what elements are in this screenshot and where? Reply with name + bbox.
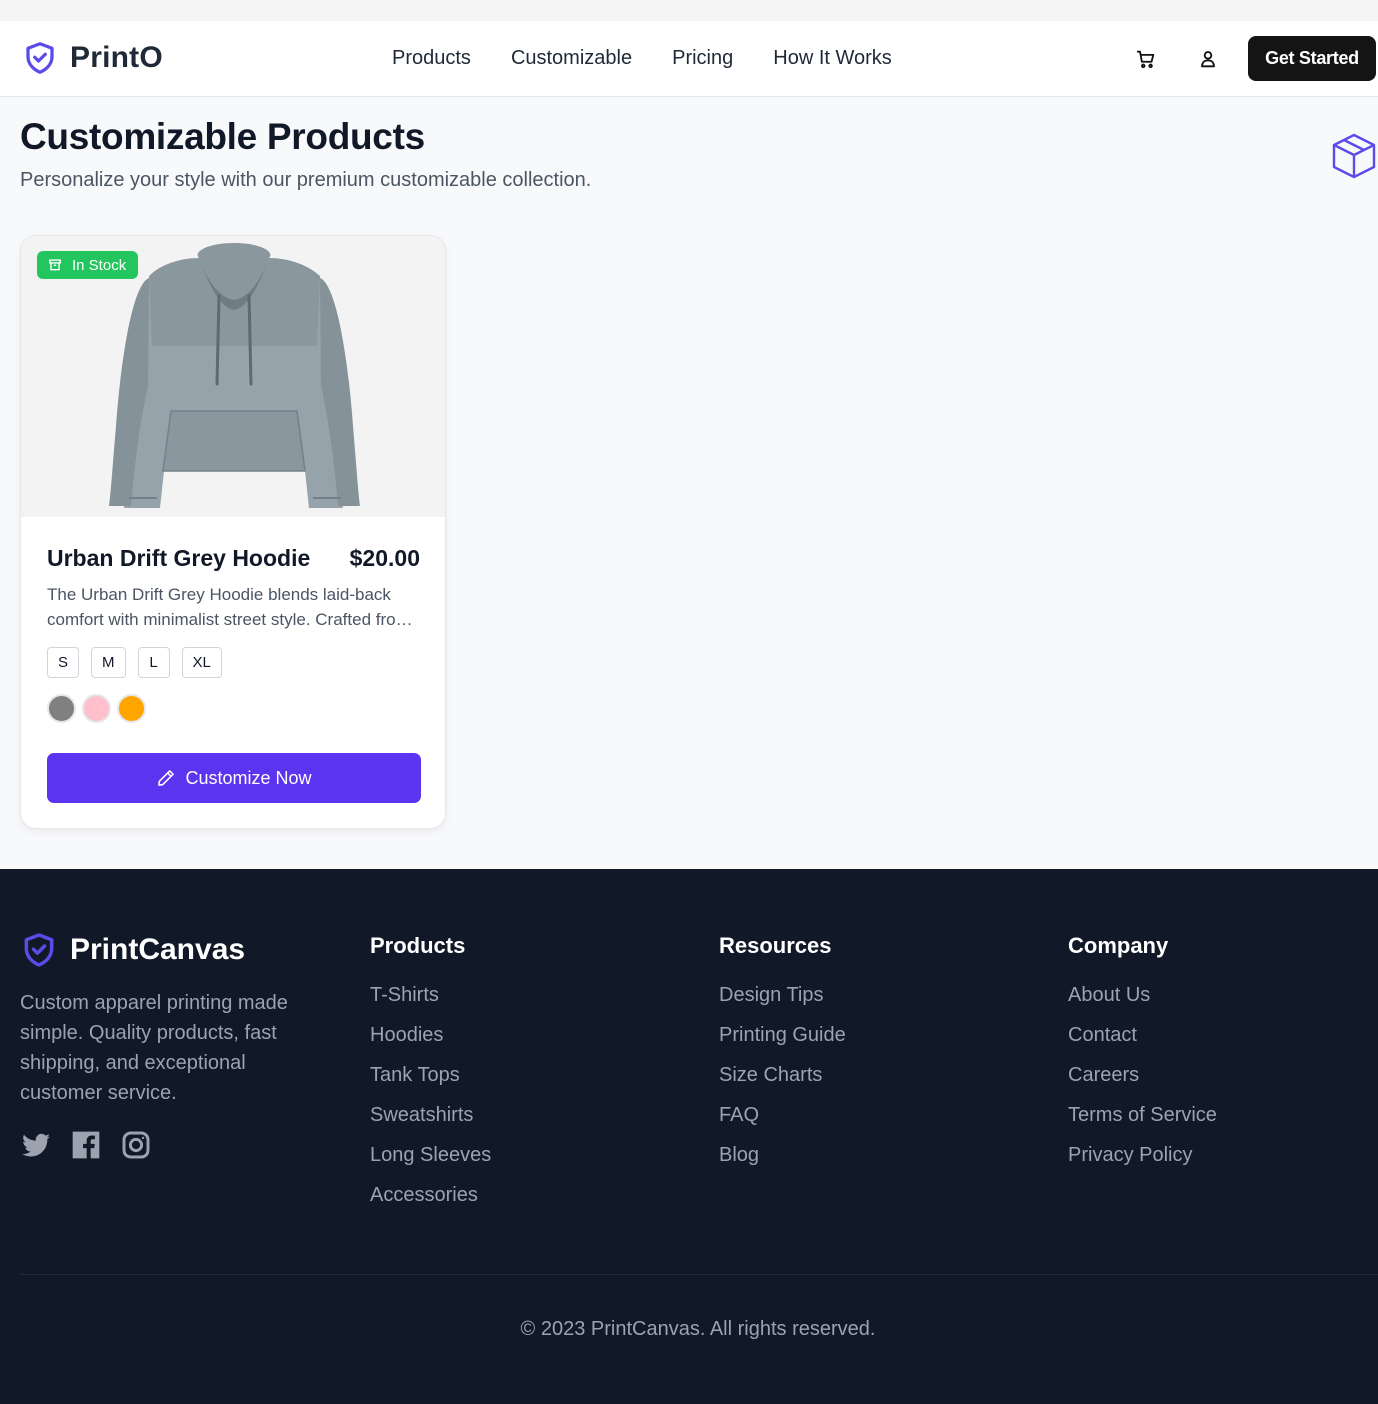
footer-link-tank-tops[interactable]: Tank Tops	[370, 1064, 491, 1104]
footer-link-terms[interactable]: Terms of Service	[1068, 1104, 1217, 1144]
footer-col-title: Company	[1068, 933, 1169, 958]
footer-link-sweatshirts[interactable]: Sweatshirts	[370, 1104, 491, 1144]
size-m-button[interactable]: M	[91, 647, 126, 678]
color-swatch-pink[interactable]	[82, 694, 111, 723]
product-card: In Stock Urban Drift Grey Hoodie $20.00 …	[20, 235, 446, 829]
product-image[interactable]: In Stock	[21, 236, 445, 517]
stock-badge-label: In Stock	[72, 256, 127, 274]
twitter-icon[interactable]	[20, 1129, 52, 1161]
size-s-button[interactable]: S	[47, 647, 80, 678]
footer-link-blog[interactable]: Blog	[719, 1144, 846, 1184]
nav-products[interactable]: Products	[392, 47, 471, 70]
nav-how-it-works[interactable]: How It Works	[773, 47, 892, 70]
footer-divider	[20, 1274, 1378, 1275]
brand-name: PrintO	[70, 41, 163, 74]
footer-link-size-charts[interactable]: Size Charts	[719, 1064, 846, 1104]
size-selector: S M L XL	[47, 647, 234, 678]
footer-description: Custom apparel printing made simple. Qua…	[20, 992, 288, 1104]
stock-badge: In Stock	[37, 251, 138, 279]
color-selector	[47, 694, 152, 723]
footer-col-resources: Resources Design Tips Printing Guide Siz…	[719, 933, 846, 1184]
pencil-icon	[158, 770, 175, 786]
footer-col-title: Products	[370, 933, 466, 958]
footer-link-long-sleeves[interactable]: Long Sleeves	[370, 1144, 491, 1184]
shield-check-icon	[24, 933, 54, 967]
copyright: © 2023 PrintCanvas. All rights reserved.	[520, 1318, 876, 1340]
social-links	[20, 1129, 170, 1161]
customize-now-label: Customize Now	[185, 767, 312, 788]
color-swatch-orange[interactable]	[117, 694, 146, 723]
archive-icon	[49, 259, 61, 271]
footer-link-accessories[interactable]: Accessories	[370, 1184, 491, 1224]
instagram-icon[interactable]	[120, 1129, 152, 1161]
size-l-button[interactable]: L	[137, 647, 170, 678]
footer-link-t-shirts[interactable]: T-Shirts	[370, 984, 491, 1024]
footer-col-title: Resources	[719, 933, 832, 958]
footer-link-about-us[interactable]: About Us	[1068, 984, 1217, 1024]
box-icon	[1332, 133, 1376, 179]
color-swatch-grey[interactable]	[47, 694, 76, 723]
footer-col-company: Company About Us Contact Careers Terms o…	[1068, 933, 1217, 1184]
cart-icon[interactable]	[1135, 48, 1157, 70]
site-footer: PrintCanvas Custom apparel printing made…	[0, 869, 1378, 1404]
footer-link-faq[interactable]: FAQ	[719, 1104, 846, 1144]
get-started-button[interactable]: Get Started	[1248, 36, 1376, 81]
user-icon[interactable]	[1197, 48, 1219, 70]
main-nav: Products Customizable Pricing How It Wor…	[392, 47, 932, 70]
nav-customizable[interactable]: Customizable	[511, 47, 632, 70]
footer-link-careers[interactable]: Careers	[1068, 1064, 1217, 1104]
product-name[interactable]: Urban Drift Grey Hoodie	[47, 545, 310, 572]
size-xl-button[interactable]: XL	[181, 647, 222, 678]
footer-link-contact[interactable]: Contact	[1068, 1024, 1217, 1064]
product-price: $20.00	[349, 545, 420, 571]
footer-link-printing-guide[interactable]: Printing Guide	[719, 1024, 846, 1064]
footer-link-design-tips[interactable]: Design Tips	[719, 984, 846, 1024]
footer-brand-name: PrintCanvas	[70, 933, 246, 966]
footer-col-products: Products T-Shirts Hoodies Tank Tops Swea…	[370, 933, 491, 1224]
top-strip	[0, 0, 1378, 21]
shield-check-icon	[26, 42, 54, 74]
brand-logo[interactable]: PrintO	[22, 40, 163, 76]
site-header: PrintO Products Customizable Pricing How…	[0, 21, 1378, 97]
page-title: Customizable Products	[20, 116, 425, 157]
footer-brand[interactable]: PrintCanvas	[20, 931, 245, 969]
nav-pricing[interactable]: Pricing	[672, 47, 733, 70]
footer-link-hoodies[interactable]: Hoodies	[370, 1024, 491, 1064]
customize-now-button[interactable]: Customize Now	[47, 753, 421, 803]
footer-link-privacy[interactable]: Privacy Policy	[1068, 1144, 1217, 1184]
product-description: The Urban Drift Grey Hoodie blends laid-…	[47, 585, 410, 629]
page-subtitle: Personalize your style with our premium …	[20, 169, 592, 191]
facebook-icon[interactable]	[70, 1129, 102, 1161]
